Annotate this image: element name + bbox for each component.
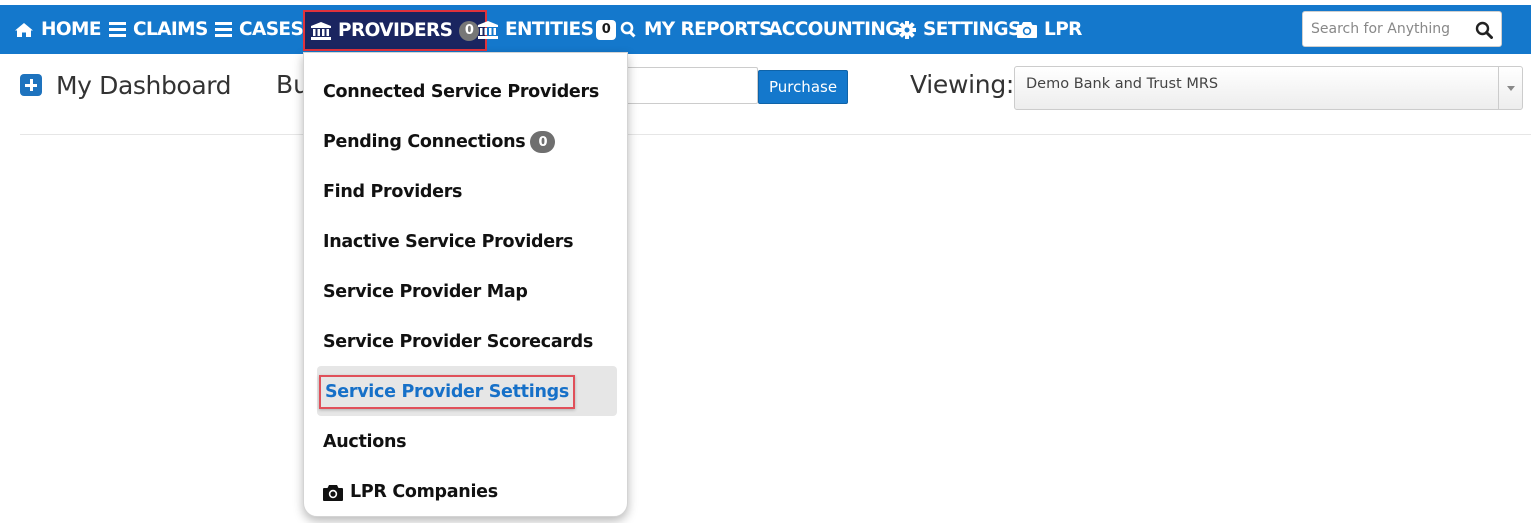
menu-item-label: Connected Service Providers (323, 82, 599, 102)
bars-icon (109, 22, 126, 37)
home-icon (15, 22, 33, 37)
menu-item-find-providers[interactable]: Find Providers (323, 175, 462, 209)
camera-icon (323, 484, 343, 501)
bank-icon (311, 21, 331, 40)
menu-item-label: Auctions (323, 432, 407, 452)
bars-icon (215, 22, 232, 37)
global-search (1302, 11, 1502, 47)
menu-item-label: Service Provider Scorecards (323, 332, 594, 352)
menu-item-connected-service-providers[interactable]: Connected Service Providers (323, 75, 599, 109)
nav-my-reports-label: MY REPORTS (644, 19, 772, 40)
nav-settings[interactable]: SETTINGS (898, 5, 1021, 54)
nav-accounting-label: ACCOUNTING (768, 19, 900, 40)
nav-home[interactable]: HOME (14, 5, 101, 54)
menu-item-label: LPR Companies (350, 482, 498, 502)
menu-item-label: Find Providers (323, 182, 463, 202)
nav-home-label: HOME (41, 19, 101, 40)
menu-item-service-provider-map[interactable]: Service Provider Map (323, 275, 528, 309)
header-divider (20, 134, 1531, 135)
nav-entities-label: ENTITIES (505, 19, 594, 40)
nav-my-reports[interactable]: MY REPORTS (620, 5, 772, 54)
dashboard-title: My Dashboard (20, 68, 232, 102)
search-icon (1475, 21, 1493, 39)
nav-claims[interactable]: CLAIMS (109, 5, 208, 54)
camera-icon (1017, 22, 1037, 38)
pending-count-badge: 0 (530, 131, 556, 153)
gear-icon (898, 20, 916, 39)
viewing-label: Viewing: (910, 70, 1015, 99)
menu-item-label: Service Provider Map (323, 282, 528, 302)
chevron-down-icon[interactable] (1498, 67, 1522, 109)
nav-providers-label: PROVIDERS (338, 20, 453, 41)
nav-providers[interactable]: PROVIDERS 0 (303, 10, 488, 51)
nav-entities[interactable]: ENTITIES 0 (478, 5, 617, 54)
nav-accounting[interactable]: ACCOUNTING (768, 5, 900, 54)
bank-icon (478, 20, 498, 39)
menu-item-label: Service Provider Settings (325, 382, 569, 402)
nav-cases-label: CASES (239, 19, 304, 40)
menu-item-pending-connections[interactable]: Pending Connections 0 (323, 125, 556, 159)
nav-lpr[interactable]: LPR (1017, 5, 1082, 54)
search-icon (620, 21, 636, 38)
purchase-input[interactable] (610, 67, 758, 104)
providers-count-badge: 0 (459, 20, 480, 41)
nav-cases[interactable]: CASES (215, 5, 304, 54)
top-navigation-bar: HOME CLAIMS CASES PROVIDERS 0 ENTITIES 0… (0, 5, 1531, 54)
page-title: My Dashboard (56, 70, 232, 100)
purchase-button[interactable]: Purchase (758, 70, 848, 104)
menu-item-inactive-service-providers[interactable]: Inactive Service Providers (323, 225, 574, 259)
nav-settings-label: SETTINGS (923, 19, 1021, 40)
viewing-select[interactable]: Demo Bank and Trust MRS (1014, 66, 1523, 110)
nav-claims-label: CLAIMS (133, 19, 208, 40)
menu-item-lpr-companies[interactable]: LPR Companies (323, 475, 498, 509)
menu-item-label: Pending Connections (323, 132, 526, 152)
search-input[interactable] (1303, 12, 1463, 46)
menu-item-label: Inactive Service Providers (323, 232, 574, 252)
menu-item-auctions[interactable]: Auctions (323, 425, 407, 459)
viewing-select-value: Demo Bank and Trust MRS (1026, 76, 1219, 92)
menu-item-service-provider-scorecards[interactable]: Service Provider Scorecards (323, 325, 593, 359)
search-button[interactable] (1473, 19, 1495, 41)
menu-item-service-provider-settings[interactable]: Service Provider Settings (319, 375, 575, 409)
nav-lpr-label: LPR (1044, 19, 1082, 40)
plus-square-icon[interactable] (20, 74, 42, 96)
entities-count-badge: 0 (596, 19, 617, 40)
providers-dropdown-menu: Connected Service Providers Pending Conn… (303, 52, 628, 517)
